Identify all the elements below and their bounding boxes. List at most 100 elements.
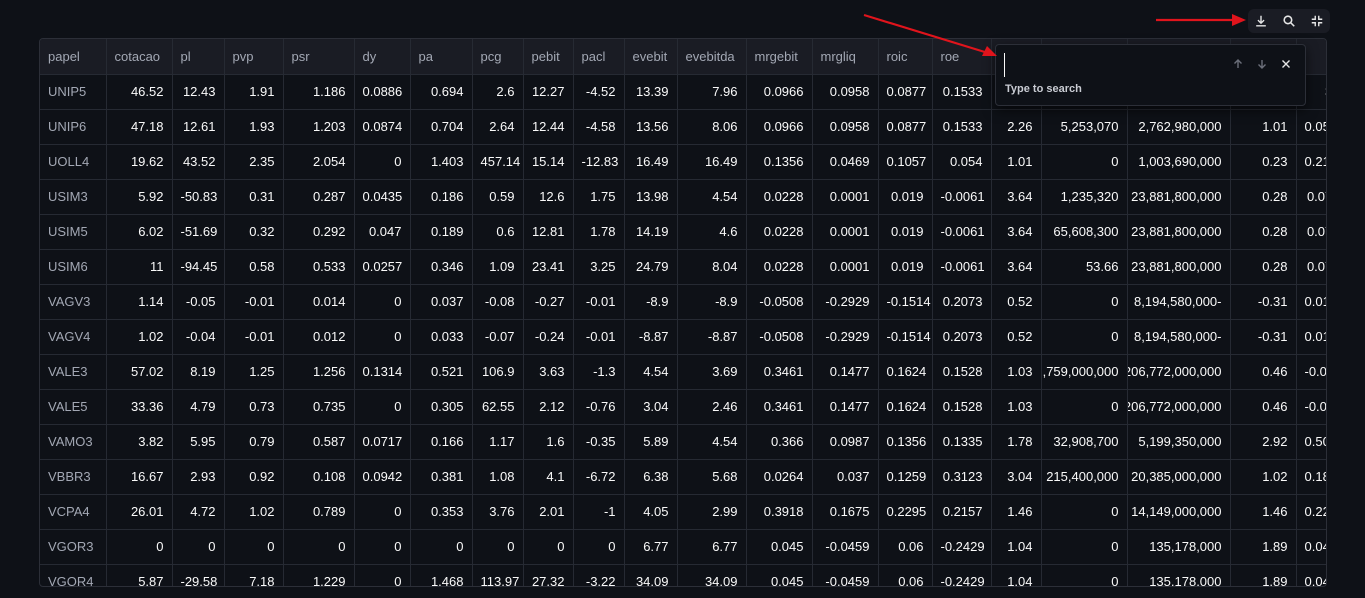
table-row[interactable]: USIM5 6.02 -51.69 0.32 0.292 0.047 0.189 0.6 12.… — [40, 214, 1326, 250]
table-cell[interactable]: 1.04 — [991, 529, 1042, 565]
table-cell[interactable]: 0.06 — [878, 564, 933, 586]
table-cell[interactable]: 0.1528 — [932, 354, 992, 390]
table-cell[interactable]: 2.46 — [677, 389, 747, 425]
table-cell[interactable]: 1.93 — [224, 109, 284, 145]
table-cell[interactable]: 1.04 — [991, 564, 1042, 586]
table-cell[interactable]: 0.0958 — [812, 74, 879, 110]
table-cell[interactable]: -12.83 — [573, 144, 625, 180]
column-header[interactable]: dy — [354, 39, 411, 75]
table-cell[interactable]: 1,003,690,000 — [1127, 144, 1231, 180]
table-cell[interactable]: 1.02 — [106, 319, 173, 355]
table-cell[interactable]: -0.01 — [224, 319, 284, 355]
table-cell[interactable]: 0.045 — [746, 529, 813, 565]
column-header[interactable]: roic — [878, 39, 933, 75]
table-cell[interactable]: 0 — [1041, 529, 1128, 565]
table-cell[interactable]: 0.1624 — [878, 354, 933, 390]
table-cell[interactable]: 0.0877 — [878, 74, 933, 110]
table-cell[interactable]: 8.19 — [172, 354, 225, 390]
row-label-cell[interactable]: VGOR4 — [40, 564, 107, 586]
table-cell[interactable]: 1.6 — [523, 424, 574, 460]
table-cell[interactable]: 33.36 — [106, 389, 173, 425]
table-cell[interactable]: 13.98 — [624, 179, 678, 215]
table-cell[interactable]: 0 — [523, 529, 574, 565]
column-header[interactable]: pcg — [472, 39, 524, 75]
table-cell[interactable]: 0.0477 — [1296, 529, 1326, 565]
table-cell[interactable]: 5,199,350,000 — [1127, 424, 1231, 460]
table-cell[interactable]: 5.87 — [106, 564, 173, 586]
table-cell[interactable]: 47.18 — [106, 109, 173, 145]
column-header[interactable]: mrgliq — [812, 39, 879, 75]
download-button[interactable] — [1248, 9, 1274, 33]
table-cell[interactable]: 0.054 — [932, 144, 992, 180]
table-cell[interactable]: -8,194,580,000 — [1127, 319, 1231, 355]
table-cell[interactable]: 0 — [1041, 564, 1128, 586]
table-cell[interactable]: 1.78 — [991, 424, 1042, 460]
table-cell[interactable]: 1.46 — [1230, 494, 1297, 530]
table-cell[interactable]: 0.0001 — [812, 249, 879, 285]
table-cell[interactable]: 0 — [410, 529, 473, 565]
table-cell[interactable]: 1.229 — [283, 564, 355, 586]
table-cell[interactable]: 0.1335 — [932, 424, 992, 460]
row-label-cell[interactable]: VAGV4 — [40, 319, 107, 355]
table-cell[interactable]: 0.1624 — [878, 389, 933, 425]
table-cell[interactable]: -0.0459 — [812, 529, 879, 565]
table-cell[interactable]: 5.68 — [677, 459, 747, 495]
table-row[interactable]: VALE3 57.02 8.19 1.25 1.256 0.1314 0.521 106.9 3… — [40, 354, 1326, 390]
table-cell[interactable]: -0.0362 — [1296, 389, 1326, 425]
table-cell[interactable]: -29.58 — [172, 564, 225, 586]
table-cell[interactable]: 0.1533 — [932, 74, 992, 110]
table-cell[interactable]: 53.66 — [1041, 249, 1128, 285]
table-cell[interactable]: 12.81 — [523, 214, 574, 250]
column-header[interactable]: psr — [283, 39, 355, 75]
table-cell[interactable]: -8.87 — [677, 319, 747, 355]
table-cell[interactable]: 16.49 — [624, 144, 678, 180]
row-label-cell[interactable]: VAMO3 — [40, 424, 107, 460]
table-cell[interactable]: 4.54 — [624, 354, 678, 390]
table-cell[interactable]: 0 — [354, 564, 411, 586]
table-cell[interactable]: 0.078 — [1296, 249, 1326, 285]
table-cell[interactable]: 0.0958 — [812, 109, 879, 145]
column-header[interactable]: pl — [172, 39, 225, 75]
table-cell[interactable]: 0 — [354, 529, 411, 565]
table-cell[interactable]: 1.89 — [1230, 564, 1297, 586]
table-cell[interactable]: 0.381 — [410, 459, 473, 495]
table-cell[interactable]: 16.67 — [106, 459, 173, 495]
table-row[interactable]: VAMO3 3.82 5.95 0.79 0.587 0.0717 0.166 1.17 1.6… — [40, 424, 1326, 460]
table-row[interactable]: VALE5 33.36 4.79 0.73 0.735 0 0.305 62.55 2.12 -0… — [40, 389, 1326, 425]
table-cell[interactable]: 6.77 — [624, 529, 678, 565]
table-cell[interactable]: 0.3123 — [932, 459, 992, 495]
table-cell[interactable]: 3.64 — [991, 179, 1042, 215]
table-cell[interactable]: 34.09 — [677, 564, 747, 586]
table-cell[interactable]: -3.22 — [573, 564, 625, 586]
table-cell[interactable]: 2.6 — [472, 74, 524, 110]
table-cell[interactable]: 106.9 — [472, 354, 524, 390]
table-row[interactable]: VCPA4 26.01 4.72 1.02 0.789 0 0.353 3.76 2.01 -1 4… — [40, 494, 1326, 530]
row-label-cell[interactable]: VALE3 — [40, 354, 107, 390]
table-cell[interactable]: -8,194,580,000 — [1127, 284, 1231, 320]
table-cell[interactable]: 14.19 — [624, 214, 678, 250]
table-cell[interactable]: 0 — [354, 319, 411, 355]
table-cell[interactable]: 0.1356 — [878, 424, 933, 460]
table-cell[interactable]: 0.46 — [1230, 354, 1297, 390]
table-cell[interactable]: 1,235,320 — [1041, 179, 1128, 215]
table-cell[interactable]: -0.27 — [523, 284, 574, 320]
table-cell[interactable]: 3.64 — [991, 214, 1042, 250]
row-label-cell[interactable]: UOLL4 — [40, 144, 107, 180]
table-cell[interactable]: 0.52 — [991, 319, 1042, 355]
table-cell[interactable]: 4.72 — [172, 494, 225, 530]
table-cell[interactable]: 0.58 — [224, 249, 284, 285]
table-cell[interactable]: -0.31 — [1230, 319, 1297, 355]
table-cell[interactable]: 2.93 — [172, 459, 225, 495]
table-cell[interactable]: 11 — [106, 249, 173, 285]
table-cell[interactable]: 0.1314 — [354, 354, 411, 390]
table-cell[interactable]: 0.735 — [283, 389, 355, 425]
table-cell[interactable]: 12.44 — [523, 109, 574, 145]
table-cell[interactable]: 0.0264 — [746, 459, 813, 495]
table-cell[interactable]: 0.533 — [283, 249, 355, 285]
table-cell[interactable]: 0.108 — [283, 459, 355, 495]
table-row[interactable]: VGOR4 5.87 -29.58 7.18 1.229 0 1.468 113.97 27.3… — [40, 564, 1326, 586]
table-cell[interactable]: 0.189 — [410, 214, 473, 250]
table-cell[interactable]: 0.3461 — [746, 389, 813, 425]
table-cell[interactable]: -0.31 — [1230, 284, 1297, 320]
row-label-cell[interactable]: VGOR3 — [40, 529, 107, 565]
